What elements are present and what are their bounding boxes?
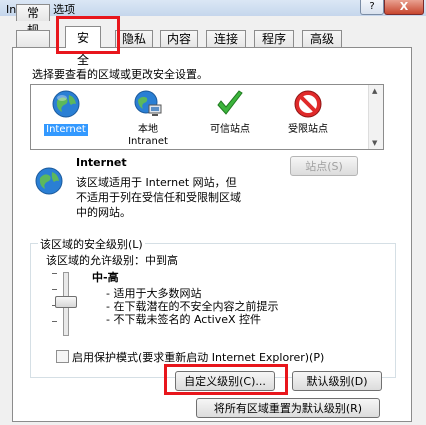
tab-programs[interactable]: 程序 <box>254 30 294 47</box>
tab-content[interactable]: 内容 <box>160 30 198 47</box>
zone-list: Internet 本地 Intranet 可信站点 受限站点 ▲ ▼ <box>30 84 384 150</box>
zone-label: Internet <box>44 124 88 136</box>
checkmark-icon <box>217 90 243 115</box>
scroll-down-icon[interactable]: ▼ <box>372 139 377 147</box>
protected-mode-label: 启用保护模式(要求重新启动 Internet Explorer)(P) <box>72 351 325 364</box>
zone-description-line: 该区域适用于 Internet 网站，但 <box>76 176 237 189</box>
slider-tick <box>52 321 57 322</box>
help-button[interactable]: ? <box>360 0 384 15</box>
protected-mode-checkbox[interactable] <box>56 350 69 363</box>
zone-prompt: 选择要查看的区域或更改安全设置。 <box>32 68 208 81</box>
scroll-up-icon[interactable]: ▲ <box>372 87 377 95</box>
sites-button[interactable]: 站点(S) <box>290 156 358 176</box>
zone-list-scrollbar[interactable]: ▲ ▼ <box>368 85 383 149</box>
zone-info-title: Internet <box>76 156 127 169</box>
default-level-button[interactable]: 默认级别(D) <box>292 371 382 391</box>
tab-security[interactable]: 安全 <box>65 26 101 67</box>
zone-label: 受限站点 <box>288 124 328 135</box>
allowed-levels-label: 该区域的允许级别：中到高 <box>46 254 178 267</box>
tab-connections[interactable]: 连接 <box>206 30 246 47</box>
zone-label: 可信站点 <box>210 124 250 135</box>
zone-restricted[interactable]: 受限站点 <box>277 89 339 136</box>
security-bullet: - 不下载未签名的 ActiveX 控件 <box>106 313 262 326</box>
tab-general-bg <box>16 30 50 47</box>
reset-all-zones-button[interactable]: 将所有区域重置为默认级别(R) <box>196 398 380 418</box>
zone-internet[interactable]: Internet <box>35 89 97 136</box>
security-slider-thumb[interactable] <box>55 296 77 308</box>
zone-trusted[interactable]: 可信站点 <box>199 89 261 136</box>
custom-level-button[interactable]: 自定义级别(C)... <box>175 371 275 391</box>
zone-description-line: 不适用于列在受信任和受限制区域 <box>76 191 241 204</box>
no-entry-icon <box>294 90 322 118</box>
intranet-icon <box>134 90 162 116</box>
security-level-group-title: 该区域的安全级别(L) <box>38 236 145 252</box>
tab-general[interactable]: 常规 <box>16 4 50 37</box>
close-button[interactable]: X <box>384 0 424 15</box>
globe-icon <box>35 167 63 195</box>
title-bar: Internet 选项 ? X <box>0 0 426 16</box>
slider-tick <box>52 273 57 274</box>
zone-label: 本地 Intranet <box>128 124 168 147</box>
tab-advanced[interactable]: 高级 <box>302 30 342 47</box>
slider-tick <box>52 289 57 290</box>
security-level-name: 中-高 <box>92 271 119 284</box>
tab-privacy[interactable]: 隐私 <box>115 30 153 47</box>
zone-description-line: 中的网站。 <box>76 206 131 219</box>
zone-intranet[interactable]: 本地 Intranet <box>117 89 179 148</box>
globe-icon <box>52 90 80 118</box>
